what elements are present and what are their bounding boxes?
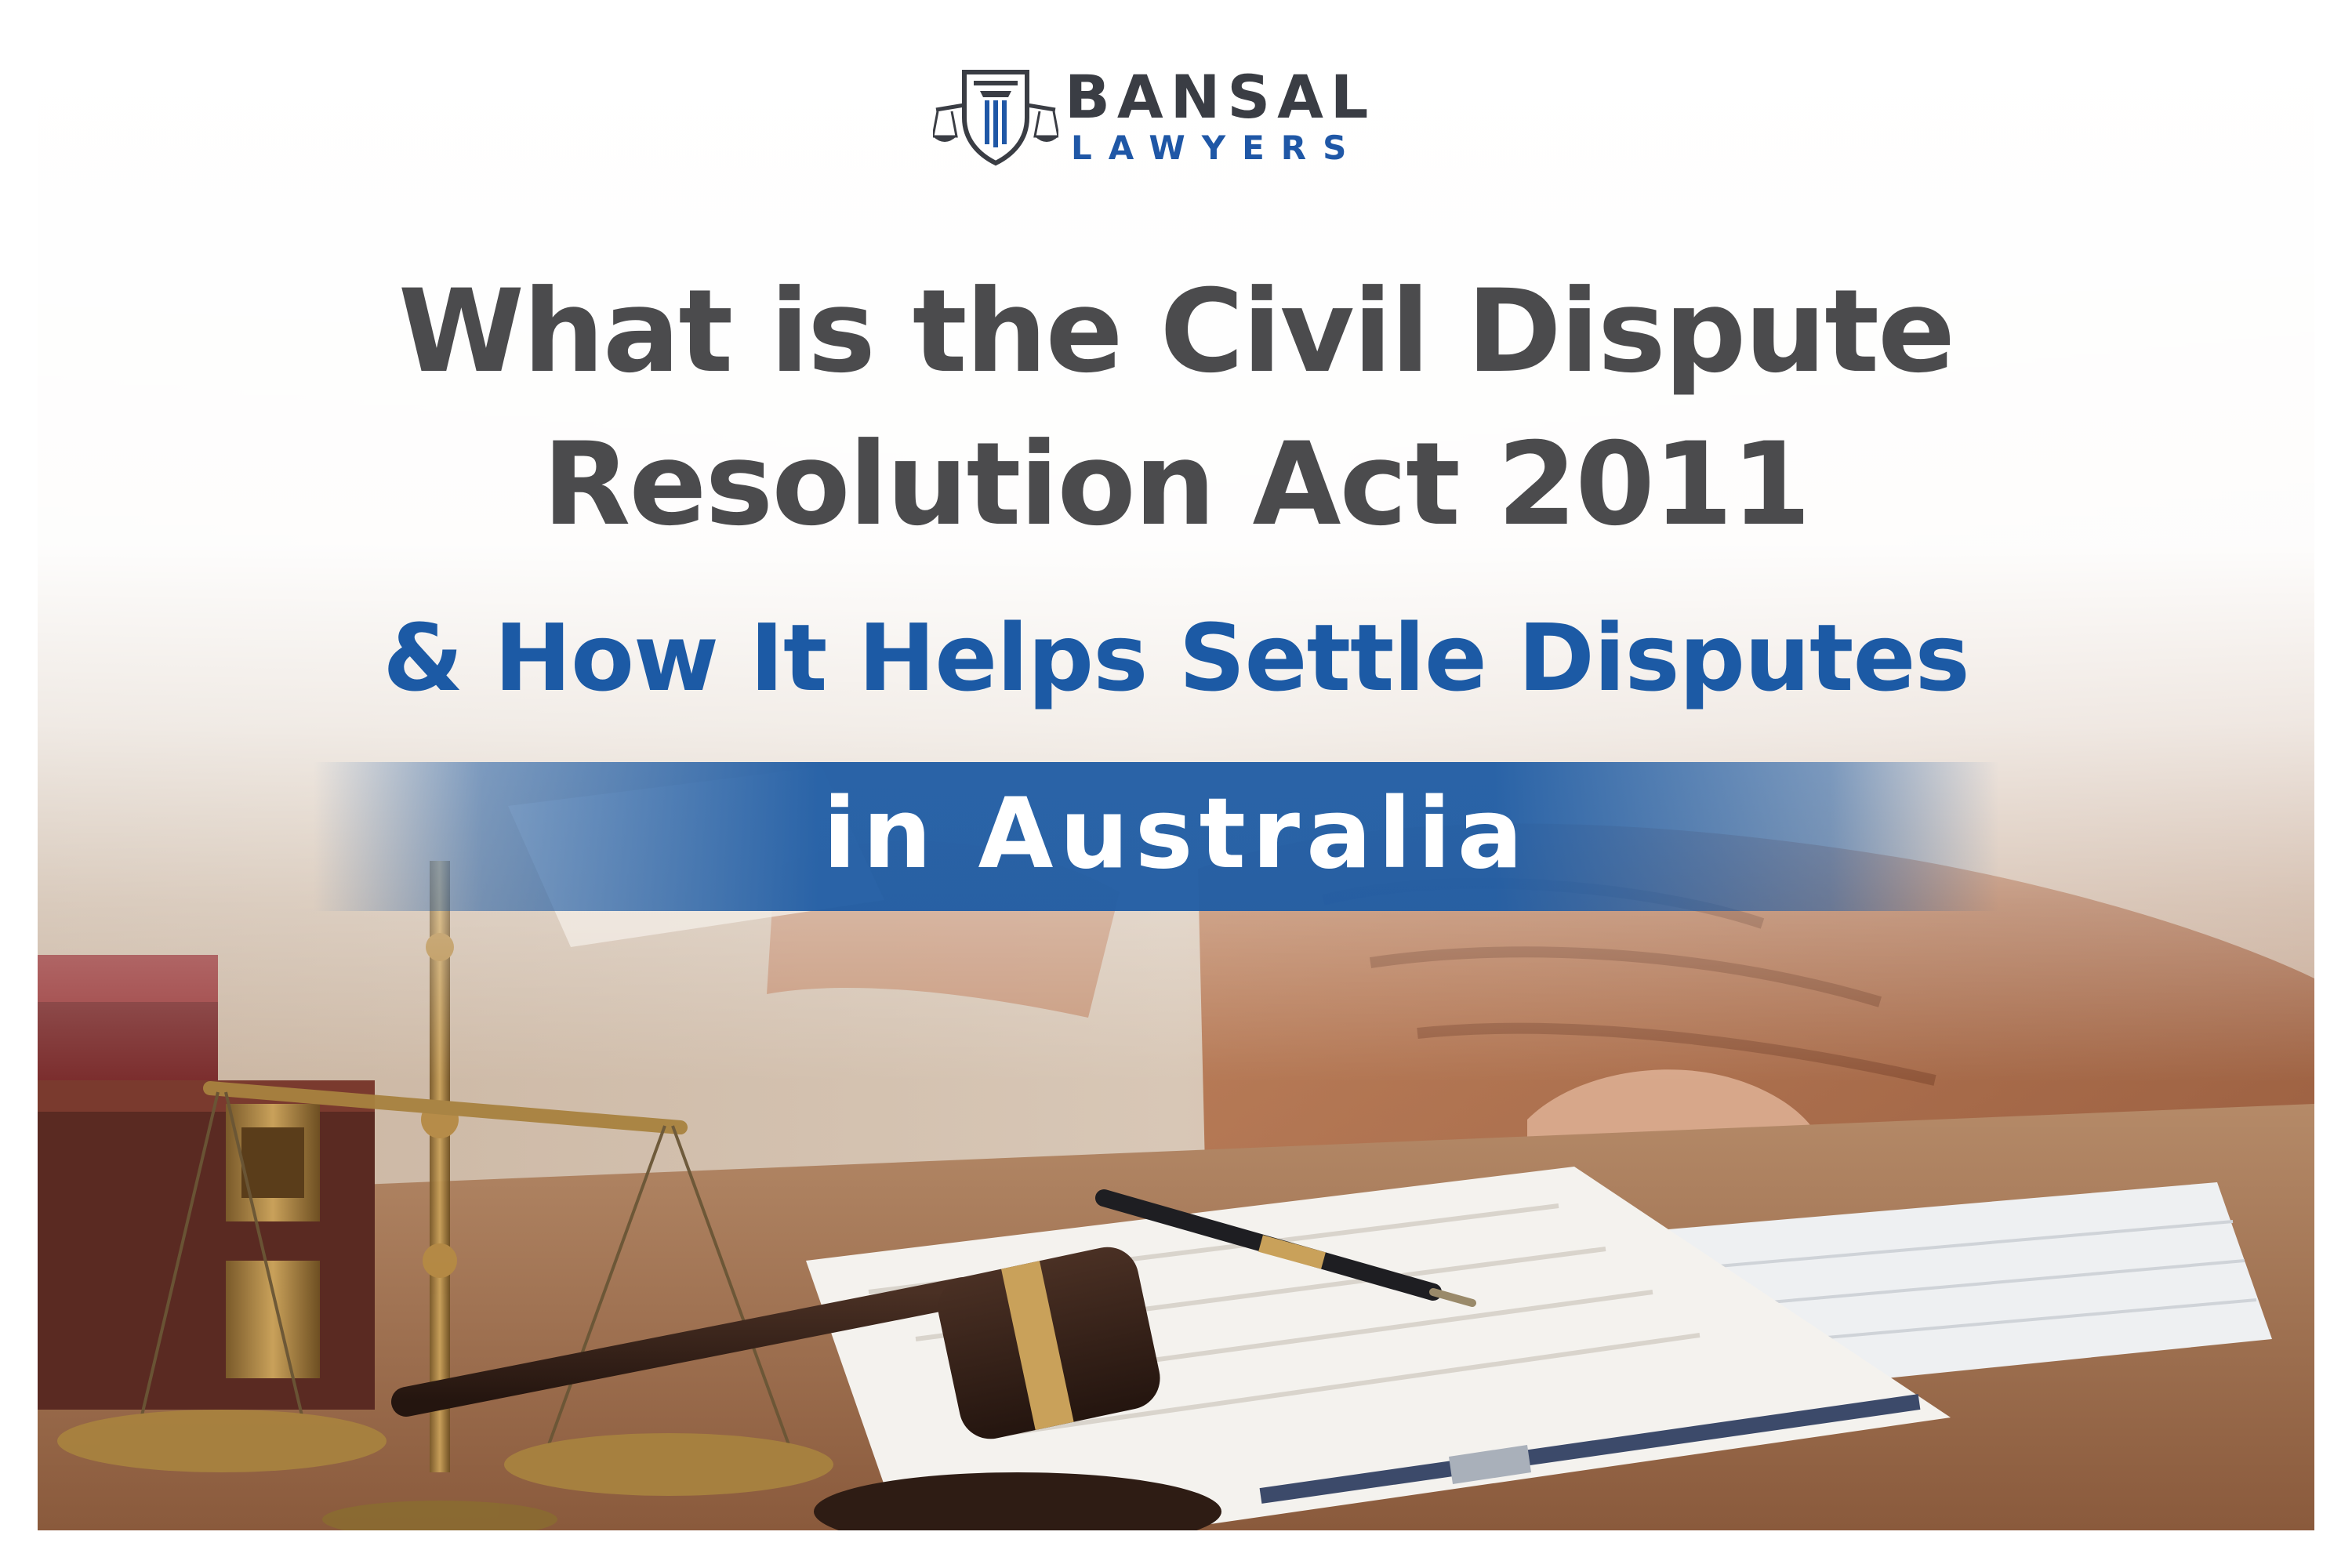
headline-line-2: Resolution Act 2011 xyxy=(542,418,1811,551)
headline-line-3: & How It Helps Settle Disputes xyxy=(383,604,1969,712)
banner-text: in Australia xyxy=(822,778,1530,891)
bansal-lawyers-logo[interactable]: BANSAL LAWYERS xyxy=(931,62,1435,168)
logo-name: BANSAL xyxy=(1065,62,1376,132)
headline-line-1: What is the Civil Dispute xyxy=(397,265,1955,398)
hero-banner: BANSAL LAWYERS What is the Civil Dispute… xyxy=(0,0,2352,1568)
scales-of-justice-shield-icon xyxy=(931,66,1060,168)
logo-subtitle: LAWYERS xyxy=(1071,129,1363,167)
